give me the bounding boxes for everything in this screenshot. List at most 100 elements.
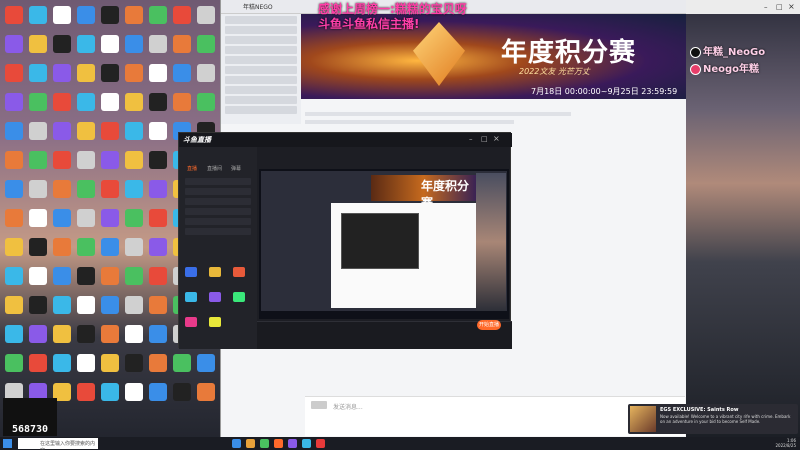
desktop-shortcut-icon[interactable] xyxy=(53,180,71,198)
desktop-shortcut-icon[interactable] xyxy=(173,93,191,111)
desktop-shortcut-icon[interactable] xyxy=(5,209,23,227)
news-notification[interactable]: EGS EXCLUSIVE: Saints Row Now available!… xyxy=(628,404,798,434)
list-item[interactable] xyxy=(225,26,297,34)
desktop-shortcut-icon[interactable] xyxy=(29,6,47,24)
desktop-shortcut-icon[interactable] xyxy=(53,6,71,24)
list-item[interactable] xyxy=(225,86,297,94)
music-icon[interactable] xyxy=(316,439,325,448)
list-item[interactable] xyxy=(225,76,297,84)
desktop-shortcut-icon[interactable] xyxy=(77,354,95,372)
close-icon[interactable]: × xyxy=(788,2,795,11)
scene-item[interactable] xyxy=(185,208,251,215)
desktop-shortcut-icon[interactable] xyxy=(77,122,95,140)
desktop-shortcut-icon[interactable] xyxy=(29,238,47,256)
emoji-icon[interactable] xyxy=(311,401,327,409)
scene-item[interactable] xyxy=(185,198,251,205)
wechat-icon[interactable] xyxy=(260,439,269,448)
desktop-shortcut-icon[interactable] xyxy=(125,151,143,169)
qq-icon[interactable] xyxy=(302,439,311,448)
scene-item[interactable] xyxy=(185,218,251,225)
tab-danmaku[interactable]: 弹幕 xyxy=(231,165,241,172)
desktop-shortcut-icon[interactable] xyxy=(77,180,95,198)
desktop-shortcut-icon[interactable] xyxy=(77,325,95,343)
list-item[interactable] xyxy=(225,36,297,44)
close-icon[interactable]: × xyxy=(493,134,500,143)
desktop-shortcut-icon[interactable] xyxy=(5,238,23,256)
browser-icon[interactable] xyxy=(232,439,241,448)
desktop-shortcut-icon[interactable] xyxy=(101,35,119,53)
desktop-shortcut-icon[interactable] xyxy=(149,238,167,256)
desktop-shortcut-icon[interactable] xyxy=(197,93,215,111)
desktop-shortcut-icon[interactable] xyxy=(29,209,47,227)
desktop-shortcut-icon[interactable] xyxy=(77,64,95,82)
taskbar-search[interactable]: 在这里输入你要搜索的内容 xyxy=(18,438,98,450)
desktop-shortcut-icon[interactable] xyxy=(29,267,47,285)
desktop-shortcut-icon[interactable] xyxy=(29,354,47,372)
list-item[interactable] xyxy=(225,46,297,54)
desktop-shortcut-icon[interactable] xyxy=(29,122,47,140)
desktop-shortcut-icon[interactable] xyxy=(77,35,95,53)
desktop-shortcut-icon[interactable] xyxy=(149,325,167,343)
desktop-shortcut-icon[interactable] xyxy=(149,383,167,401)
desktop-shortcut-icon[interactable] xyxy=(125,325,143,343)
desktop-shortcut-icon[interactable] xyxy=(53,267,71,285)
tool-button[interactable] xyxy=(233,292,245,302)
tool-button[interactable] xyxy=(185,317,197,327)
desktop-shortcut-icon[interactable] xyxy=(197,64,215,82)
system-clock[interactable]: 1:06 2022/8/25 xyxy=(775,438,796,448)
desktop-shortcut-icon[interactable] xyxy=(77,209,95,227)
desktop-shortcut-icon[interactable] xyxy=(149,93,167,111)
minimize-icon[interactable]: – xyxy=(469,135,473,143)
desktop-shortcut-icon[interactable] xyxy=(53,296,71,314)
desktop-shortcut-icon[interactable] xyxy=(77,296,95,314)
desktop-shortcut-icon[interactable] xyxy=(77,383,95,401)
desktop-shortcut-icon[interactable] xyxy=(101,64,119,82)
desktop-shortcut-icon[interactable] xyxy=(29,93,47,111)
desktop-shortcut-icon[interactable] xyxy=(197,6,215,24)
desktop-shortcut-icon[interactable] xyxy=(53,151,71,169)
minimize-icon[interactable]: – xyxy=(764,3,768,11)
desktop-shortcut-icon[interactable] xyxy=(5,267,23,285)
desktop-shortcut-icon[interactable] xyxy=(5,296,23,314)
desktop-shortcut-icon[interactable] xyxy=(101,238,119,256)
desktop-shortcut-icon[interactable] xyxy=(173,383,191,401)
desktop-shortcut-icon[interactable] xyxy=(125,180,143,198)
tool-button[interactable] xyxy=(209,317,221,327)
list-item[interactable] xyxy=(225,66,297,74)
desktop-shortcut-icon[interactable] xyxy=(125,35,143,53)
desktop-shortcut-icon[interactable] xyxy=(125,122,143,140)
app-icon[interactable] xyxy=(288,439,297,448)
stream-preview[interactable]: 年度积分赛 xyxy=(259,169,509,319)
tool-button[interactable] xyxy=(185,267,197,277)
desktop-shortcut-icon[interactable] xyxy=(77,151,95,169)
desktop-shortcut-icon[interactable] xyxy=(101,209,119,227)
desktop-shortcut-icon[interactable] xyxy=(53,238,71,256)
douyu-icon[interactable] xyxy=(274,439,283,448)
desktop-shortcut-icon[interactable] xyxy=(53,64,71,82)
desktop-shortcut-icon[interactable] xyxy=(149,6,167,24)
desktop-shortcut-icon[interactable] xyxy=(77,93,95,111)
desktop-shortcut-icon[interactable] xyxy=(101,6,119,24)
desktop-shortcut-icon[interactable] xyxy=(149,151,167,169)
desktop-shortcut-icon[interactable] xyxy=(173,6,191,24)
desktop-shortcut-icon[interactable] xyxy=(125,296,143,314)
desktop-shortcut-icon[interactable] xyxy=(29,296,47,314)
desktop-shortcut-icon[interactable] xyxy=(53,354,71,372)
desktop-shortcut-icon[interactable] xyxy=(5,325,23,343)
desktop-shortcut-icon[interactable] xyxy=(173,354,191,372)
desktop-shortcut-icon[interactable] xyxy=(5,64,23,82)
desktop-shortcut-icon[interactable] xyxy=(77,6,95,24)
desktop-shortcut-icon[interactable] xyxy=(197,354,215,372)
desktop-shortcut-icon[interactable] xyxy=(197,383,215,401)
desktop-shortcut-icon[interactable] xyxy=(125,209,143,227)
folder-icon[interactable] xyxy=(246,439,255,448)
list-item[interactable] xyxy=(225,106,297,114)
desktop-shortcut-icon[interactable] xyxy=(53,35,71,53)
desktop-shortcut-icon[interactable] xyxy=(101,325,119,343)
desktop-shortcut-icon[interactable] xyxy=(173,64,191,82)
tab-room[interactable]: 直播间 xyxy=(207,165,222,172)
scene-item[interactable] xyxy=(185,178,251,185)
desktop-shortcut-icon[interactable] xyxy=(125,383,143,401)
desktop-shortcut-icon[interactable] xyxy=(125,238,143,256)
desktop-shortcut-icon[interactable] xyxy=(5,93,23,111)
